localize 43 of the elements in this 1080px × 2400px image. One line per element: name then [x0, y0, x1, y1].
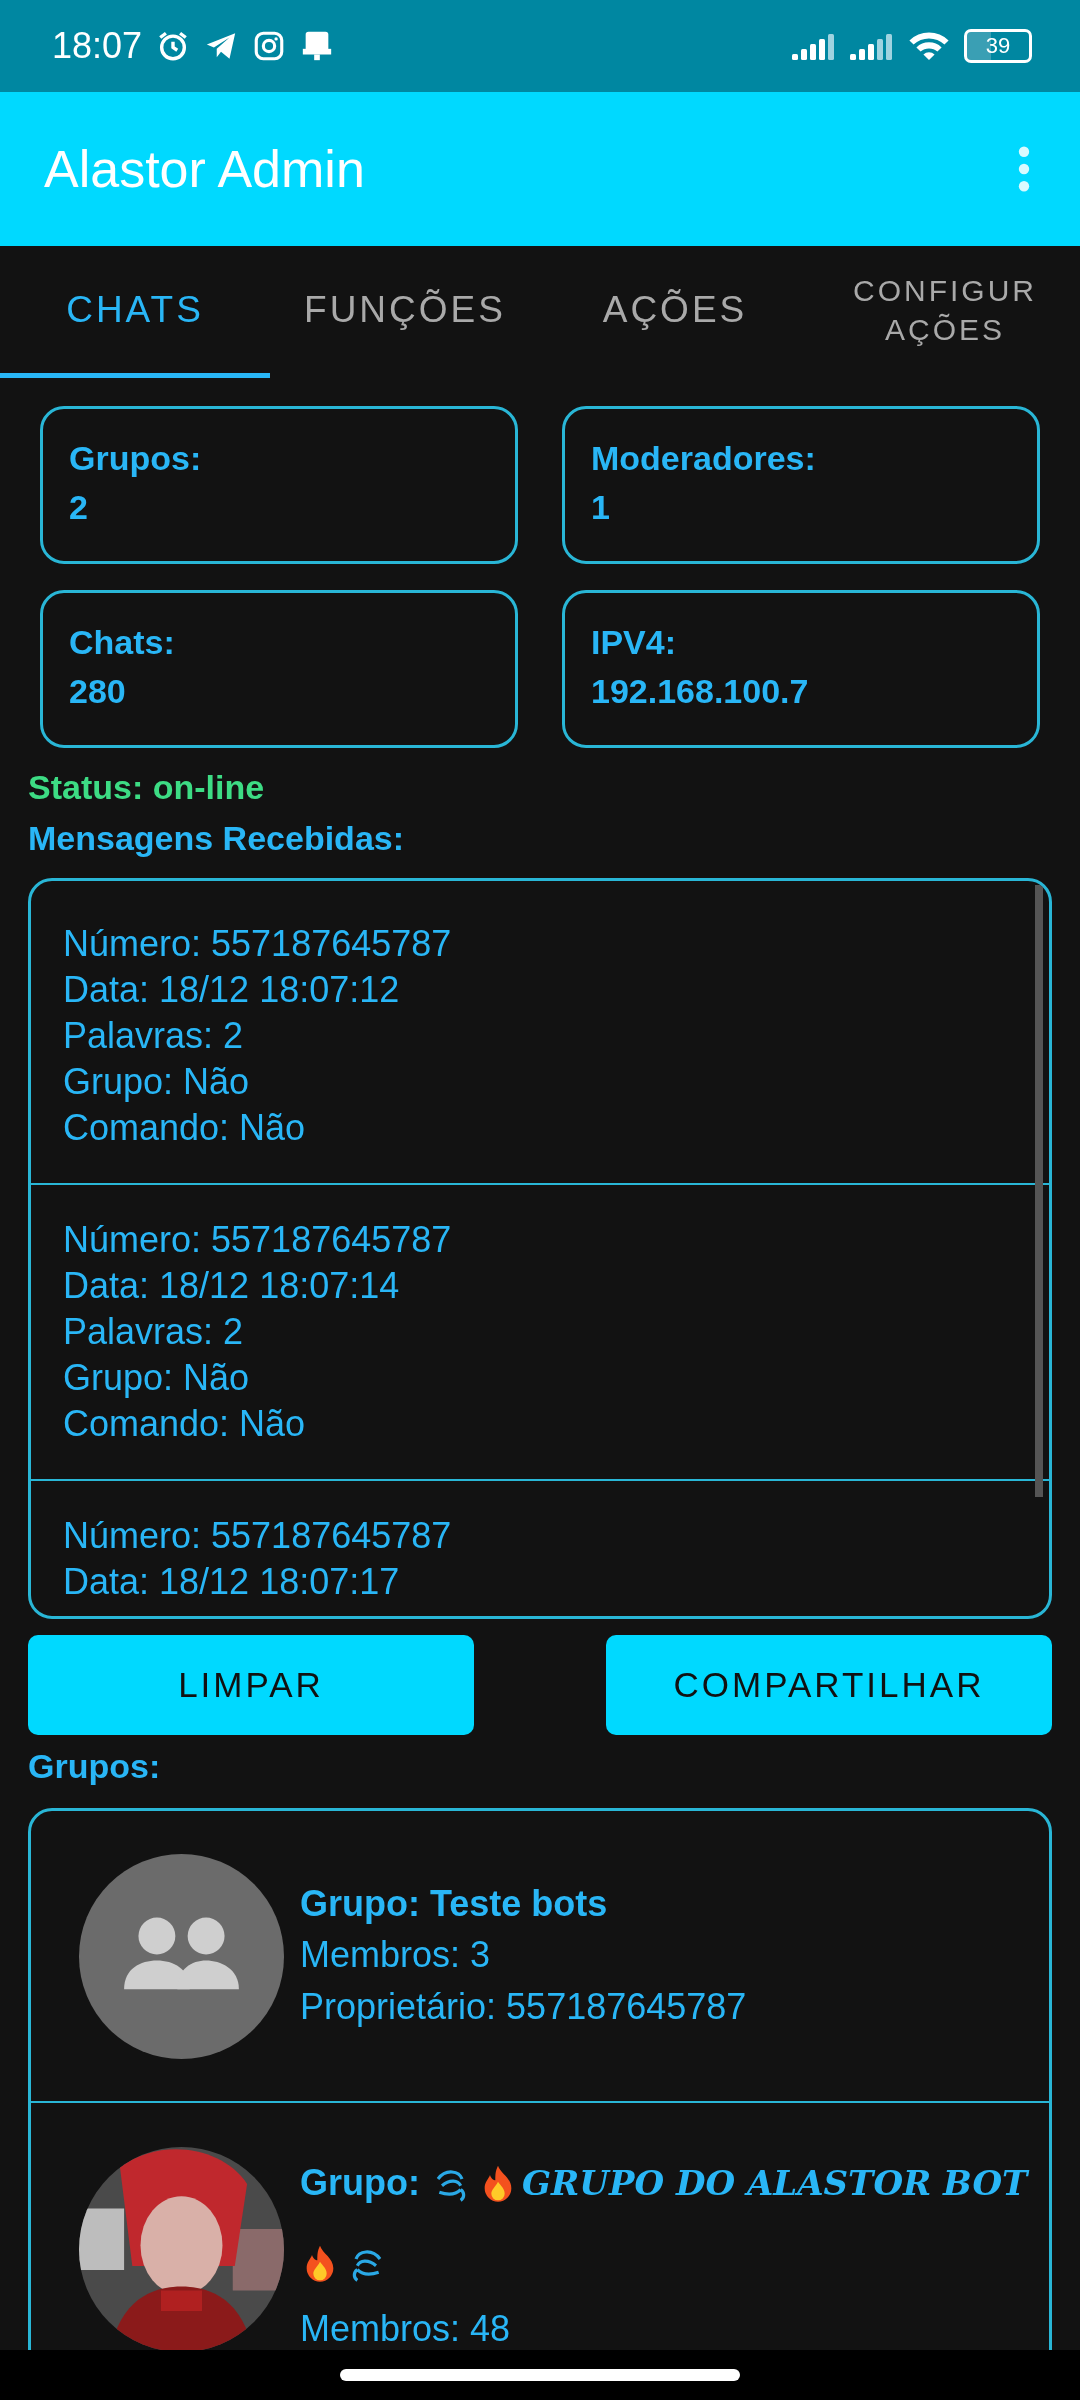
message-detail: Data: 18/12 18:07:12: [63, 968, 401, 1012]
tab[interactable]: CONFIGURAÇÕES: [810, 246, 1080, 378]
message-detail: Palavras: 2: [63, 1310, 245, 1354]
message-detail: Data: 18/12 18:07:17: [63, 1560, 401, 1604]
message-detail: Número: 557187645787: [63, 1218, 453, 1262]
group-detail: Proprietário: 557187645787: [300, 1985, 747, 2029]
stat-value: 1: [591, 488, 611, 527]
more-options-icon[interactable]: [1018, 146, 1030, 192]
message-detail: Número: 557187645787: [63, 1514, 453, 1558]
section-title: Grupos:: [28, 1747, 162, 1786]
stat-label: Grupos:: [69, 439, 203, 478]
group-detail: Membros: 3: [300, 1933, 492, 1977]
stat-value: 2: [69, 488, 89, 527]
battery-icon: 39: [964, 29, 1032, 63]
stat-label: IPV4:: [591, 623, 678, 662]
stat-label: Moderadores:: [591, 439, 817, 478]
stat-value: 192.168.100.7: [591, 672, 810, 711]
group-name: Grupo: Teste bots: [300, 1883, 608, 1924]
app-title: Alastor Admin: [44, 139, 365, 199]
message-detail: Data: 18/12 18:07:14: [63, 1264, 401, 1308]
message-detail: Número: 557187645787: [63, 922, 453, 966]
clock-time: 18:07: [52, 25, 143, 67]
tab[interactable]: AÇÕES: [540, 246, 810, 378]
message-detail: Grupo: Não: [63, 1356, 251, 1400]
message-detail: Grupo: Não: [63, 1060, 251, 1104]
action-button[interactable]: LIMPAR: [28, 1635, 474, 1735]
message-detail: Palavras: 2: [63, 1014, 245, 1058]
status-text: Status: on-line: [28, 768, 266, 807]
tab[interactable]: CHATS: [0, 246, 270, 378]
group-detail: Membros: 48: [300, 2307, 512, 2351]
stat-value: 280: [69, 672, 127, 711]
group-avatar-icon: [79, 1853, 284, 2059]
tab[interactable]: FUNÇÕES: [270, 246, 540, 378]
group-label: Grupo:: [300, 2161, 420, 2205]
home-indicator[interactable]: [340, 2369, 740, 2381]
message-detail: Comando: Não: [63, 1402, 307, 1446]
signal-icon: [850, 32, 894, 60]
stat-label: Chats:: [69, 623, 176, 662]
section-title: Mensagens Recebidas:: [28, 819, 406, 858]
group-name: GRUPO DO ALASTOR BOT: [522, 2163, 1028, 2203]
message-detail: Comando: Não: [63, 1106, 307, 1150]
action-button[interactable]: COMPARTILHAR: [606, 1635, 1052, 1735]
signal-icon: [792, 32, 836, 60]
